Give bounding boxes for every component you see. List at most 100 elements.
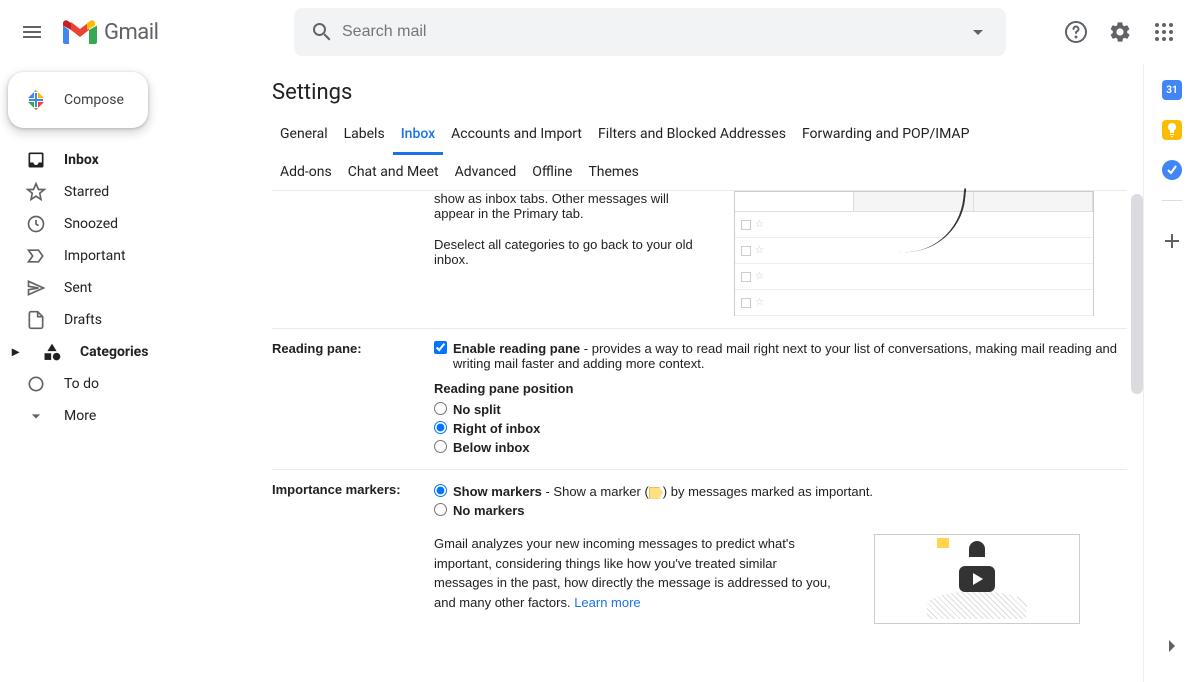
support-button[interactable]: [1056, 12, 1096, 52]
page-title: Settings: [272, 80, 1127, 105]
learn-more-link[interactable]: Learn more: [574, 595, 640, 610]
enable-reading-pane-label: Enable reading pane: [453, 341, 580, 356]
expand-icon: ▸: [12, 344, 24, 360]
sidebar-item-to-do[interactable]: To do: [0, 368, 240, 400]
compose-icon: [24, 88, 48, 112]
play-icon: [959, 566, 995, 592]
tasks-addon[interactable]: [1162, 160, 1182, 180]
chevron-down-icon: [26, 406, 46, 426]
keep-icon: [1166, 123, 1178, 137]
hamburger-icon: [20, 20, 44, 44]
reading-pane-radio-none[interactable]: [434, 402, 447, 415]
sidebar-item-categories[interactable]: ▸ Categories: [0, 336, 240, 368]
sidebar-item-sent[interactable]: Sent: [0, 272, 240, 304]
reading-pane-option-label: Right of inbox: [453, 421, 540, 436]
sidebar-item-more[interactable]: More: [0, 400, 240, 432]
rail-divider: [1162, 200, 1182, 201]
calendar-addon[interactable]: 31: [1162, 80, 1182, 100]
search-box[interactable]: [294, 8, 1006, 56]
sidebar-item-label: To do: [64, 376, 99, 392]
sidebar-item-label: Sent: [64, 280, 92, 296]
sidebar-item-label: Inbox: [64, 152, 99, 168]
hide-side-panel-button[interactable]: [1152, 626, 1192, 666]
settings-button[interactable]: [1100, 12, 1140, 52]
reading-pane-option-label: No split: [453, 402, 501, 417]
importance-option-hide[interactable]: No markers: [434, 501, 1127, 520]
tab-themes[interactable]: Themes: [580, 154, 646, 190]
main-menu-button[interactable]: [8, 8, 56, 56]
tab-general[interactable]: General: [272, 116, 336, 154]
enable-reading-pane-row[interactable]: Enable reading pane - provides a way to …: [434, 341, 1127, 371]
tab-labels[interactable]: Labels: [336, 116, 393, 154]
search-button[interactable]: [302, 12, 342, 52]
star-icon: [26, 182, 46, 202]
tab-advanced[interactable]: Advanced: [447, 154, 525, 190]
settings-tabs: GeneralLabelsInboxAccounts and ImportFil…: [272, 116, 1127, 191]
sidebar-item-important[interactable]: Important: [0, 240, 240, 272]
sidebar-item-label: Starred: [64, 184, 109, 200]
importance-video-thumbnail[interactable]: [874, 534, 1080, 624]
gmail-logo-text: Gmail: [104, 20, 158, 45]
sidebar-item-snoozed[interactable]: Snoozed: [0, 208, 240, 240]
keep-addon[interactable]: [1162, 120, 1182, 140]
help-icon: [1064, 20, 1088, 44]
categories-help-text-2: Deselect all categories to go back to yo…: [434, 237, 694, 267]
sidebar-item-drafts[interactable]: Drafts: [0, 304, 240, 336]
category-icon: [42, 342, 62, 362]
importance-option-show[interactable]: Show markers - Show a marker () by messa…: [434, 482, 1127, 501]
side-panel: 31: [1144, 64, 1200, 682]
important-icon: [26, 246, 46, 266]
circle-icon: [26, 374, 46, 394]
send-icon: [26, 278, 46, 298]
sidebar-nav: Compose Inbox Starred SnoozedImportant Sent…: [0, 64, 256, 682]
reading-pane-section: Reading pane: Enable reading pane - prov…: [272, 329, 1127, 470]
inbox-icon: [26, 150, 46, 170]
sidebar-item-starred[interactable]: Starred: [0, 176, 240, 208]
importance-radio-hide[interactable]: [434, 503, 447, 516]
importance-markers-label: Importance markers:: [272, 482, 434, 624]
reading-pane-option-none[interactable]: No split: [434, 400, 1127, 419]
search-options-button[interactable]: [958, 12, 998, 52]
settings-main: Settings GeneralLabelsInboxAccounts and …: [256, 64, 1144, 682]
categories-section: show as inbox tabs. Other messages will …: [272, 191, 1127, 329]
chevron-right-icon: [1162, 636, 1182, 656]
gmail-logo[interactable]: Gmail: [56, 17, 294, 47]
categories-help-text-1: show as inbox tabs. Other messages will …: [434, 191, 694, 221]
header-actions: [1056, 12, 1192, 52]
reading-pane-radio-below[interactable]: [434, 440, 447, 453]
apps-grid-icon: [1152, 20, 1176, 44]
enable-reading-pane-checkbox[interactable]: [434, 341, 447, 354]
tab-inbox[interactable]: Inbox: [393, 116, 443, 155]
tab-offline[interactable]: Offline: [524, 154, 580, 190]
reading-pane-option-label: Below inbox: [453, 440, 530, 455]
importance-radio-show[interactable]: [434, 484, 447, 497]
sidebar-item-label: Drafts: [64, 312, 102, 328]
search-icon: [310, 20, 334, 44]
scrollbar-thumb[interactable]: [1131, 194, 1143, 394]
tasks-icon: [1166, 164, 1178, 176]
inbox-preview-illustration: ☆ ☆ ☆ ☆: [734, 191, 1094, 316]
importance-marker-icon: [649, 487, 663, 499]
reading-pane-option-right[interactable]: Right of inbox: [434, 419, 1127, 438]
reading-pane-radio-right[interactable]: [434, 421, 447, 434]
reading-pane-position-heading: Reading pane position: [434, 381, 1127, 396]
clock-icon: [26, 214, 46, 234]
reading-pane-label: Reading pane:: [272, 341, 434, 457]
compose-button[interactable]: Compose: [8, 72, 148, 128]
tab-add-ons[interactable]: Add-ons: [272, 154, 340, 190]
importance-markers-section: Importance markers: Show markers - Show …: [272, 470, 1127, 636]
compose-label: Compose: [64, 92, 124, 108]
tab-forwarding-and-pop-imap[interactable]: Forwarding and POP/IMAP: [794, 116, 977, 154]
apps-button[interactable]: [1144, 12, 1184, 52]
tab-filters-and-blocked-addresses[interactable]: Filters and Blocked Addresses: [590, 116, 794, 154]
gear-icon: [1108, 20, 1132, 44]
reading-pane-option-below[interactable]: Below inbox: [434, 438, 1127, 457]
sidebar-item-label: Categories: [80, 344, 148, 360]
tab-chat-and-meet[interactable]: Chat and Meet: [340, 154, 447, 190]
search-input[interactable]: [342, 23, 958, 41]
get-addons-button[interactable]: [1152, 221, 1192, 261]
tab-accounts-and-import[interactable]: Accounts and Import: [443, 116, 590, 154]
sidebar-item-inbox[interactable]: Inbox: [0, 144, 240, 176]
tune-icon: [966, 20, 990, 44]
importance-option-label: No markers: [453, 503, 525, 518]
